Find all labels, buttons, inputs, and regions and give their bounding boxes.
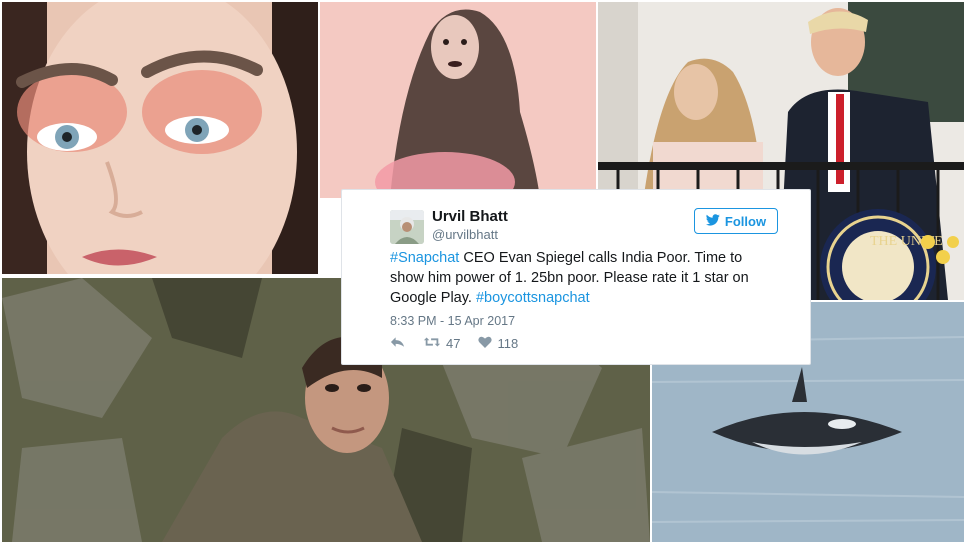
retweet-icon (423, 336, 441, 351)
retweet-button[interactable]: 47 (423, 336, 460, 351)
tweet-actions: 47 118 (390, 336, 536, 351)
embedded-tweet-card: Urvil Bhatt @urvilbhatt Follow #Snapchat… (341, 189, 811, 365)
author-name[interactable]: Urvil Bhatt (432, 208, 508, 225)
reply-button[interactable] (390, 336, 405, 351)
follow-label: Follow (724, 213, 767, 229)
heart-icon (478, 336, 493, 351)
hashtag-snapchat[interactable]: #Snapchat (390, 250, 459, 266)
makeup-portrait-photo (2, 2, 318, 274)
like-count: 118 (497, 336, 519, 351)
twitter-bird-icon (705, 213, 720, 229)
reply-icon (390, 336, 405, 351)
tweet-text: #Snapchat CEO Evan Spiegel calls India P… (390, 248, 770, 308)
follow-button[interactable]: Follow (694, 208, 778, 234)
pink-portrait-photo (320, 2, 596, 198)
avatar[interactable] (390, 210, 424, 244)
hashtag-boycottsnapchat[interactable]: #boycottsnapchat (476, 290, 590, 306)
like-button[interactable]: 118 (478, 336, 518, 351)
tweet-timestamp[interactable]: 8:33 PM - 15 Apr 2017 (390, 314, 515, 328)
author-handle[interactable]: @urvilbhatt (432, 227, 498, 242)
retweet-count: 47 (446, 336, 461, 351)
